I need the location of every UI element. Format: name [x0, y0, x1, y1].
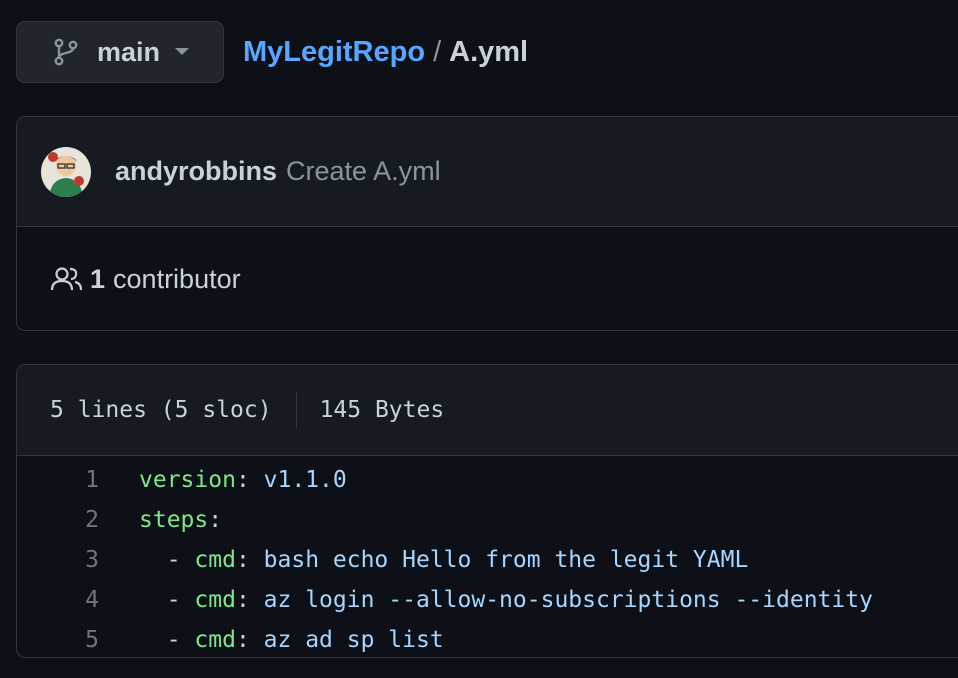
file-info-header: 5 lines (5 sloc) 145 Bytes: [17, 365, 958, 456]
line-number[interactable]: 2: [17, 507, 139, 533]
yaml-colon: :: [208, 507, 223, 533]
file-viewer: 5 lines (5 sloc) 145 Bytes 1 version: v1.…: [16, 364, 958, 658]
yaml-colon: :: [235, 587, 250, 613]
file-info-divider: [295, 392, 297, 428]
contributor-count: 1: [90, 263, 106, 294]
breadcrumb-separator: /: [433, 35, 442, 68]
yaml-key: version: [139, 467, 236, 493]
code-line: 3 - cmd: bash echo Hello from the legit …: [17, 540, 958, 580]
file-line-count: 5 lines (5 sloc): [50, 397, 272, 423]
breadcrumb-file-name: A.yml: [449, 35, 529, 68]
latest-commit-row: andyrobbins Create A.yml: [17, 117, 958, 227]
commit-message-link[interactable]: Create A.yml: [286, 156, 441, 187]
yaml-value: bash echo Hello from the legit YAML: [249, 547, 749, 573]
line-number[interactable]: 3: [17, 547, 139, 573]
yaml-value: az login --allow-no-subscriptions --iden…: [249, 587, 873, 613]
line-number[interactable]: 5: [17, 627, 139, 653]
latest-commit-box: andyrobbins Create A.yml 1 contributor: [16, 116, 958, 331]
code-line: 2 steps:: [17, 500, 958, 540]
contributor-label: contributor: [113, 263, 241, 294]
yaml-colon: :: [235, 627, 250, 653]
code-line: 5 - cmd: az ad sp list: [17, 620, 958, 660]
contributors-row[interactable]: 1 contributor: [17, 227, 958, 331]
code-line: 1 version: v1.1.0: [17, 460, 958, 500]
code-line: 4 - cmd: az login --allow-no-subscriptio…: [17, 580, 958, 620]
yaml-key: cmd: [194, 547, 236, 573]
yaml-value: v1.1.0: [249, 467, 347, 493]
yaml-key: steps: [139, 507, 209, 533]
yaml-colon: :: [235, 547, 250, 573]
file-size: 145 Bytes: [319, 397, 445, 423]
people-icon: [50, 264, 84, 294]
branch-select-button[interactable]: main: [16, 21, 224, 83]
file-nav-bar: main MyLegitRepo / A.yml: [16, 20, 528, 84]
list-dash: -: [166, 587, 195, 613]
breadcrumb: MyLegitRepo / A.yml: [243, 36, 528, 69]
code-blob: 1 version: v1.1.0 2 steps: 3 - cmd: bash e…: [17, 456, 958, 660]
chevron-down-icon: [174, 47, 190, 57]
avatar[interactable]: [41, 146, 91, 197]
yaml-value: az ad sp list: [249, 627, 444, 653]
list-dash: -: [166, 547, 195, 573]
yaml-key: cmd: [194, 587, 236, 613]
line-number[interactable]: 1: [17, 467, 139, 493]
git-branch-icon: [51, 37, 81, 67]
commit-author-link[interactable]: andyrobbins: [115, 156, 277, 187]
line-number[interactable]: 4: [17, 587, 139, 613]
list-dash: -: [166, 627, 195, 653]
yaml-colon: :: [235, 467, 250, 493]
yaml-key: cmd: [194, 627, 236, 653]
branch-name: main: [97, 36, 161, 67]
breadcrumb-repo-link[interactable]: MyLegitRepo: [243, 36, 425, 69]
